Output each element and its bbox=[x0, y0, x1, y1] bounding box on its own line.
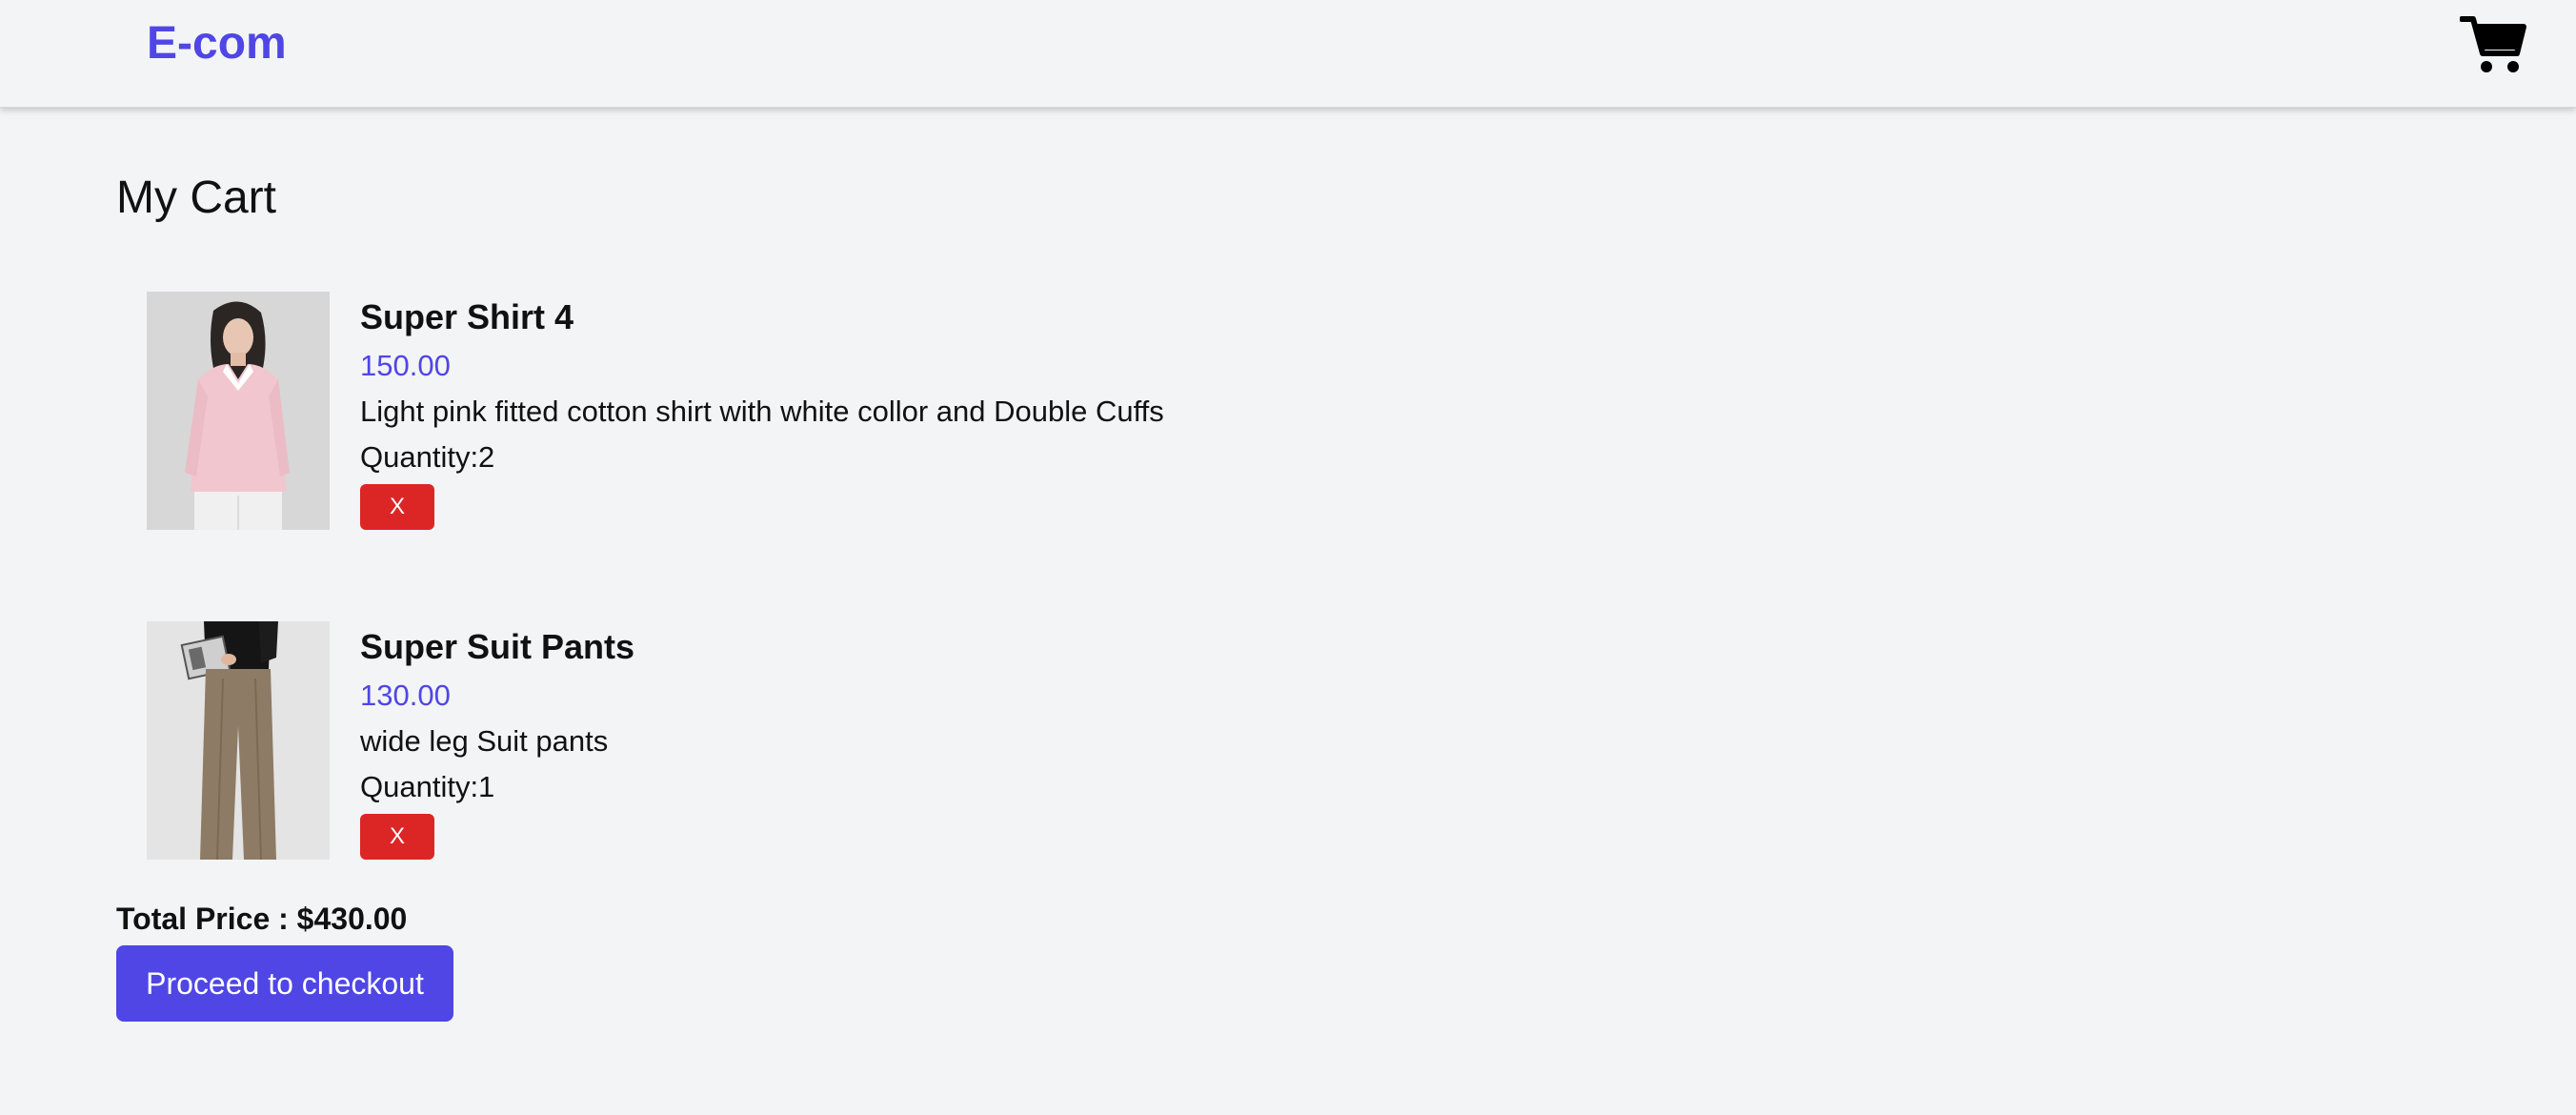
item-description: Light pink fitted cotton shirt with whit… bbox=[360, 395, 1164, 428]
item-price: 150.00 bbox=[360, 349, 451, 382]
item-name: Super Shirt 4 bbox=[360, 297, 574, 336]
proceed-to-checkout-button[interactable]: Proceed to checkout bbox=[116, 945, 453, 1022]
brand-logo-link[interactable]: E-com bbox=[147, 17, 287, 70]
product-image-pants bbox=[147, 621, 330, 860]
cart-item: Super Shirt 4 150.00 Light pink fitted c… bbox=[147, 292, 1480, 532]
item-name: Super Suit Pants bbox=[360, 627, 635, 666]
remove-item-button[interactable]: X bbox=[360, 814, 434, 860]
item-price: 130.00 bbox=[360, 679, 451, 712]
item-description: wide leg Suit pants bbox=[360, 724, 609, 758]
product-image-shirt bbox=[147, 292, 330, 530]
total-price: Total Price : $430.00 bbox=[116, 902, 408, 936]
remove-item-button[interactable]: X bbox=[360, 484, 434, 530]
page-title: My Cart bbox=[116, 172, 276, 223]
item-quantity: Quantity:1 bbox=[360, 770, 495, 803]
item-quantity: Quantity:2 bbox=[360, 440, 495, 474]
top-navbar: E-com bbox=[0, 0, 2576, 108]
cart-item: Super Suit Pants 130.00 wide leg Suit pa… bbox=[147, 621, 1480, 862]
shopping-cart-icon[interactable] bbox=[2460, 13, 2526, 74]
